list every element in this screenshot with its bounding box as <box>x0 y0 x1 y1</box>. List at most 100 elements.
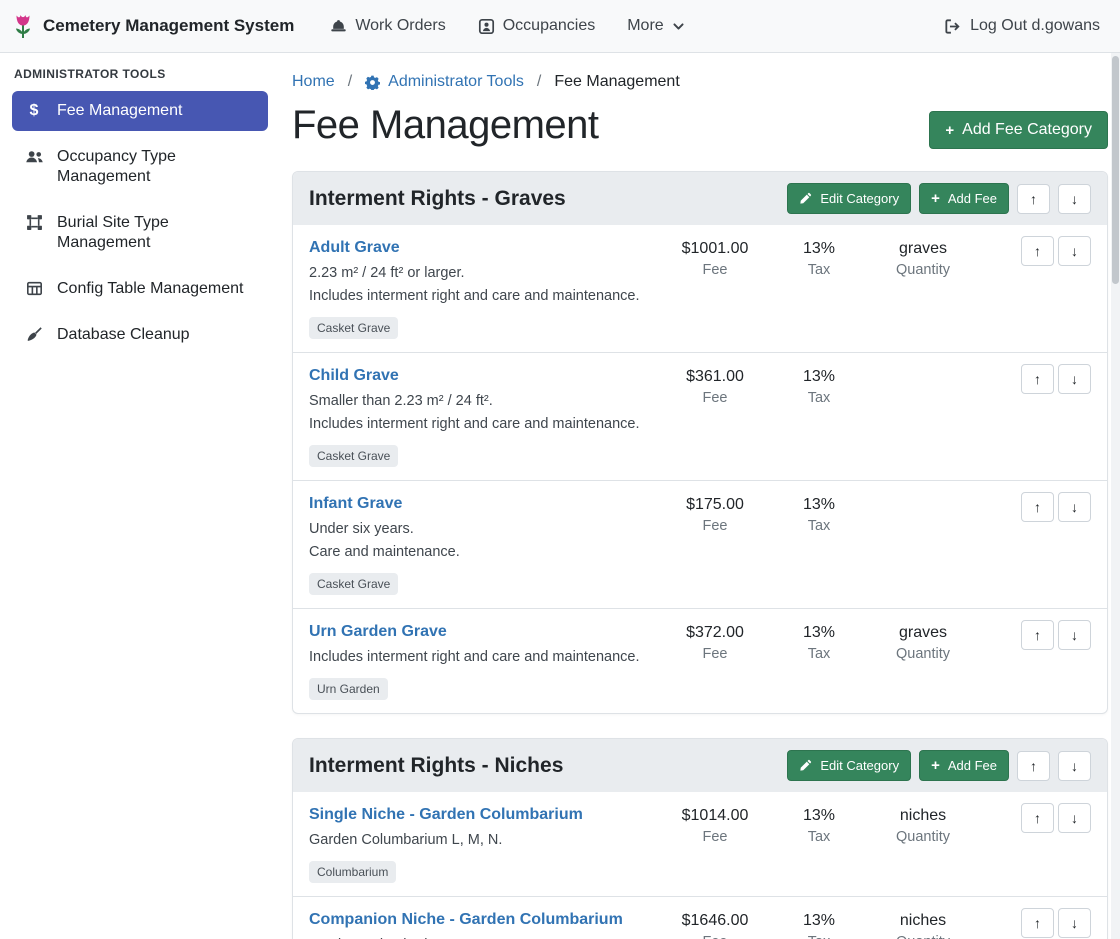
fee-tax-column: 13% Tax <box>767 236 871 278</box>
sidebar-item-config-table-management[interactable]: Config Table Management <box>12 269 268 309</box>
category-card-niches: Interment Rights - Niches Edit Category … <box>292 738 1108 939</box>
breadcrumb-admin-tools-label: Administrator Tools <box>388 73 524 91</box>
fee-quantity-label: Quantity <box>871 262 975 278</box>
fee-tax: 13% <box>767 365 871 389</box>
logout-link[interactable]: Log Out d.gowans <box>944 17 1100 35</box>
nav-work-orders[interactable]: Work Orders <box>330 17 445 35</box>
fee-amount-column: $361.00 Fee <box>663 364 767 406</box>
fee-amount: $175.00 <box>663 493 767 517</box>
fee-amount: $1014.00 <box>663 804 767 828</box>
sidebar-item-label: Fee Management <box>57 101 182 121</box>
fee-amount-label: Fee <box>663 518 767 534</box>
fee-description: Garden Columbarium L, M, N. <box>309 934 657 939</box>
move-fee-up-button[interactable]: ↑ <box>1021 492 1054 522</box>
fee-name-link[interactable]: Child Grave <box>309 364 399 388</box>
edit-category-button[interactable]: Edit Category <box>787 750 911 781</box>
fee-name-link[interactable]: Single Niche - Garden Columbarium <box>309 803 583 827</box>
add-fee-button[interactable]: + Add Fee <box>919 183 1009 214</box>
move-category-down-button[interactable]: ↓ <box>1058 751 1091 781</box>
nav-occupancies[interactable]: Occupancies <box>478 17 596 35</box>
breadcrumb: Home / Administrator Tools / Fee Managem… <box>292 73 1108 91</box>
move-fee-down-button[interactable]: ↓ <box>1058 803 1091 833</box>
tulip-logo-icon <box>12 12 34 40</box>
move-fee-up-button[interactable]: ↑ <box>1021 236 1054 266</box>
fee-tax-column: 13% Tax <box>767 803 871 845</box>
sidebar-item-label: Occupancy Type Management <box>57 147 256 187</box>
sidebar-item-occupancy-type-management[interactable]: Occupancy Type Management <box>12 137 268 197</box>
move-fee-down-button[interactable]: ↓ <box>1058 620 1091 650</box>
move-fee-down-button[interactable]: ↓ <box>1058 908 1091 938</box>
page-scrollbar[interactable] <box>1111 53 1120 939</box>
fee-type-badge: Casket Grave <box>309 573 398 595</box>
pencil-icon <box>799 759 812 772</box>
move-fee-up-button[interactable]: ↑ <box>1021 620 1054 650</box>
fee-name-link[interactable]: Infant Grave <box>309 492 402 516</box>
sidebar-item-label: Burial Site Type Management <box>57 213 256 253</box>
fee-quantity: graves <box>871 621 975 645</box>
fee-tax-label: Tax <box>767 646 871 662</box>
plus-icon: + <box>931 191 940 206</box>
breadcrumb-admin-tools-link[interactable]: Administrator Tools <box>365 73 524 91</box>
fee-tax-label: Tax <box>767 390 871 406</box>
main-content: Home / Administrator Tools / Fee Managem… <box>280 53 1120 939</box>
fee-tax-label: Tax <box>767 262 871 278</box>
table-icon <box>24 280 44 297</box>
breadcrumb-separator: / <box>348 73 352 91</box>
fee-name-link[interactable]: Adult Grave <box>309 236 400 260</box>
add-fee-category-button[interactable]: + Add Fee Category <box>929 111 1108 149</box>
nav-occupancies-label: Occupancies <box>503 17 596 35</box>
add-fee-button[interactable]: + Add Fee <box>919 750 1009 781</box>
move-fee-down-button[interactable]: ↓ <box>1058 492 1091 522</box>
fee-type-badge: Casket Grave <box>309 317 398 339</box>
fee-name-link[interactable]: Companion Niche - Garden Columbarium <box>309 908 623 932</box>
fee-row-adult-grave: Adult Grave 2.23 m² / 24 ft² or larger. … <box>293 225 1107 352</box>
fee-tax: 13% <box>767 909 871 933</box>
move-fee-up-button[interactable]: ↑ <box>1021 364 1054 394</box>
scrollbar-thumb[interactable] <box>1112 56 1119 284</box>
edit-category-label: Edit Category <box>820 191 899 206</box>
fee-description: Includes interment right and care and ma… <box>309 285 657 308</box>
add-fee-label: Add Fee <box>948 191 997 206</box>
move-category-up-button[interactable]: ↑ <box>1017 751 1050 781</box>
dollar-icon: $ <box>24 102 44 120</box>
fee-tax: 13% <box>767 804 871 828</box>
nav-more-label: More <box>627 17 663 35</box>
broom-icon <box>24 326 44 343</box>
fee-tax: 13% <box>767 621 871 645</box>
sidebar-item-fee-management[interactable]: $ Fee Management <box>12 91 268 131</box>
breadcrumb-current: Fee Management <box>554 73 679 91</box>
fee-amount-column: $372.00 Fee <box>663 620 767 662</box>
fee-amount-label: Fee <box>663 934 767 939</box>
plus-icon: + <box>945 123 954 138</box>
fee-tax-column: 13% Tax <box>767 492 871 534</box>
move-category-down-button[interactable]: ↓ <box>1058 184 1091 214</box>
move-category-up-button[interactable]: ↑ <box>1017 184 1050 214</box>
fee-quantity-column: niches Quantity <box>871 803 975 845</box>
fee-name-link[interactable]: Urn Garden Grave <box>309 620 447 644</box>
fee-quantity-column: graves Quantity <box>871 236 975 278</box>
fee-description: 2.23 m² / 24 ft² or larger. <box>309 262 657 285</box>
brand-title: Cemetery Management System <box>43 16 294 36</box>
move-fee-down-button[interactable]: ↓ <box>1058 236 1091 266</box>
fee-quantity-column: graves Quantity <box>871 620 975 662</box>
move-fee-down-button[interactable]: ↓ <box>1058 364 1091 394</box>
move-fee-up-button[interactable]: ↑ <box>1021 908 1054 938</box>
fee-description: Smaller than 2.23 m² / 24 ft². <box>309 390 657 413</box>
brand-link[interactable]: Cemetery Management System <box>12 12 294 40</box>
hard-hat-icon <box>330 18 347 35</box>
fee-tax-label: Tax <box>767 829 871 845</box>
sidebar-item-database-cleanup[interactable]: Database Cleanup <box>12 315 268 355</box>
fee-amount-label: Fee <box>663 646 767 662</box>
fee-row-infant-grave: Infant Grave Under six years. Care and m… <box>293 480 1107 608</box>
breadcrumb-home-link[interactable]: Home <box>292 73 335 91</box>
edit-category-button[interactable]: Edit Category <box>787 183 911 214</box>
fee-quantity-label: Quantity <box>871 829 975 845</box>
sidebar-item-burial-site-type-management[interactable]: Burial Site Type Management <box>12 203 268 263</box>
fee-description: Care and maintenance. <box>309 541 657 564</box>
category-title: Interment Rights - Niches <box>309 754 563 778</box>
gear-icon <box>365 75 380 90</box>
nav-more[interactable]: More <box>627 17 684 35</box>
move-fee-up-button[interactable]: ↑ <box>1021 803 1054 833</box>
top-navbar: Cemetery Management System Work Orders <box>0 0 1120 53</box>
fee-description: Under six years. <box>309 518 657 541</box>
